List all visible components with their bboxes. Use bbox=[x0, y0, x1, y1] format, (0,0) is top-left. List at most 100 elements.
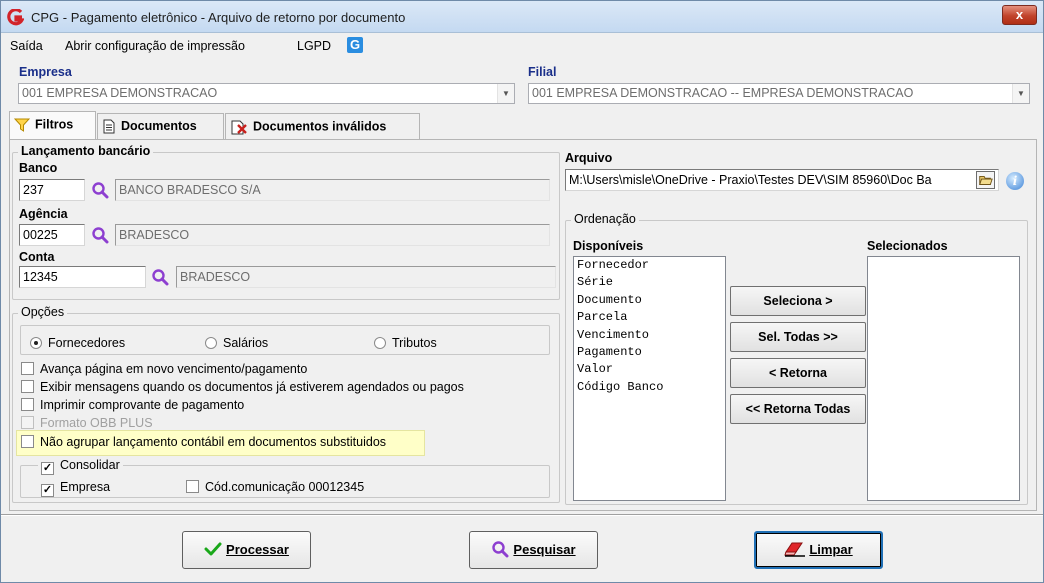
radio-selected-icon bbox=[30, 337, 42, 349]
lgpd-icon[interactable]: G bbox=[347, 37, 363, 53]
app-logo-icon bbox=[7, 9, 24, 26]
agencia-search-icon[interactable] bbox=[91, 226, 109, 244]
banco-label: Banco bbox=[19, 161, 58, 175]
invalid-document-icon bbox=[231, 120, 247, 135]
checkbox-icon bbox=[21, 416, 34, 429]
menu-saida[interactable]: Saída bbox=[10, 39, 43, 53]
filial-label: Filial bbox=[528, 65, 557, 79]
check-avanca-pagina-label: Avança página em novo vencimento/pagamen… bbox=[40, 362, 308, 376]
checkbox-icon bbox=[21, 398, 34, 411]
empresa-select[interactable]: 001 EMPRESA DEMONSTRACAO ▼ bbox=[18, 83, 515, 104]
check-icon bbox=[204, 542, 222, 556]
selecionados-label: Selecionados bbox=[867, 239, 948, 253]
window: CPG - Pagamento eletrônico - Arquivo de … bbox=[0, 0, 1044, 583]
limpar-button[interactable]: Limpar bbox=[754, 531, 883, 569]
check-nao-agrupar[interactable]: Não agrupar lançamento contábil em docum… bbox=[21, 435, 386, 449]
retorna-todas-button-label: << Retorna Todas bbox=[745, 402, 851, 416]
tab-documentos-invalidos-label: Documentos inválidos bbox=[253, 119, 387, 134]
conta-label: Conta bbox=[19, 250, 55, 264]
radio-empty-icon bbox=[205, 337, 217, 349]
processar-button[interactable]: Processar bbox=[182, 531, 311, 569]
disponiveis-item[interactable]: Vencimento bbox=[574, 327, 725, 344]
sel-todas-button[interactable]: Sel. Todas >> bbox=[730, 322, 866, 352]
agencia-code-input[interactable]: 00225 bbox=[19, 224, 85, 246]
conta-code-input[interactable]: 12345 bbox=[19, 266, 146, 288]
processar-button-label: Processar bbox=[226, 542, 289, 557]
empresa-value: 001 EMPRESA DEMONSTRACAO bbox=[22, 86, 218, 100]
selecionados-list[interactable] bbox=[867, 256, 1020, 501]
ordenacao-legend: Ordenação bbox=[571, 212, 639, 226]
checkbox-icon bbox=[21, 362, 34, 375]
check-cod-comunicacao[interactable]: Cód.comunicação 00012345 bbox=[186, 480, 364, 494]
conta-search-icon[interactable] bbox=[151, 268, 169, 286]
tab-documentos-label: Documentos bbox=[121, 119, 197, 133]
check-exibir-mensagens-label: Exibir mensagens quando os documentos já… bbox=[40, 380, 464, 394]
conta-name-field: BRADESCO bbox=[176, 266, 556, 288]
disponiveis-item[interactable]: Parcela bbox=[574, 309, 725, 326]
check-formato-obb-plus: Formato OBB PLUS bbox=[21, 416, 153, 430]
check-empresa[interactable]: ✓ Empresa bbox=[41, 480, 110, 497]
radio-empty-icon bbox=[374, 337, 386, 349]
tab-documentos[interactable]: Documentos bbox=[97, 113, 224, 139]
arquivo-path-value: M:\Users\misle\OneDrive - Praxio\Testes … bbox=[569, 173, 932, 187]
retorna-button[interactable]: < Retorna bbox=[730, 358, 866, 388]
window-title: CPG - Pagamento eletrônico - Arquivo de … bbox=[31, 10, 406, 25]
banco-name-field: BANCO BRADESCO S/A bbox=[115, 179, 550, 201]
disponiveis-item[interactable]: Documento bbox=[574, 292, 725, 309]
checkbox-checked-icon: ✓ bbox=[41, 462, 54, 475]
check-avanca-pagina[interactable]: Avança página em novo vencimento/pagamen… bbox=[21, 362, 307, 376]
arquivo-path-input[interactable]: M:\Users\misle\OneDrive - Praxio\Testes … bbox=[565, 169, 999, 191]
radio-tributos-label: Tributos bbox=[392, 336, 437, 350]
funnel-icon bbox=[14, 118, 30, 132]
check-imprimir-comprovante[interactable]: Imprimir comprovante de pagamento bbox=[21, 398, 244, 412]
disponiveis-item[interactable]: Série bbox=[574, 274, 725, 291]
pesquisar-button[interactable]: Pesquisar bbox=[469, 531, 598, 569]
pesquisar-button-label: Pesquisar bbox=[513, 542, 576, 557]
lancamento-bancario-legend: Lançamento bancário bbox=[18, 144, 154, 158]
opcoes-legend: Opções bbox=[18, 305, 68, 319]
chevron-down-icon[interactable]: ▼ bbox=[497, 84, 514, 103]
open-folder-icon[interactable] bbox=[976, 171, 995, 189]
disponiveis-item[interactable]: Fornecedor bbox=[574, 257, 725, 274]
disponiveis-item[interactable]: Pagamento bbox=[574, 344, 725, 361]
checkbox-icon bbox=[21, 380, 34, 393]
seleciona-button[interactable]: Seleciona > bbox=[730, 286, 866, 316]
tab-filtros[interactable]: Filtros bbox=[9, 111, 96, 139]
banco-search-icon[interactable] bbox=[91, 181, 109, 199]
close-icon: x bbox=[1015, 7, 1024, 22]
radio-fornecedores[interactable]: Fornecedores bbox=[30, 336, 125, 350]
disponiveis-item[interactable]: Valor bbox=[574, 361, 725, 378]
menu-bar: Saída Abrir configuração de impressão LG… bbox=[1, 33, 1043, 59]
filial-select[interactable]: 001 EMPRESA DEMONSTRACAO -- EMPRESA DEMO… bbox=[528, 83, 1030, 104]
retorna-button-label: < Retorna bbox=[768, 366, 827, 380]
banco-code-input[interactable]: 237 bbox=[19, 179, 85, 201]
menu-abrir-configuracao-impressao[interactable]: Abrir configuração de impressão bbox=[65, 39, 245, 53]
retorna-todas-button[interactable]: << Retorna Todas bbox=[730, 394, 866, 424]
tab-filtros-label: Filtros bbox=[35, 117, 74, 132]
checkbox-icon bbox=[186, 480, 199, 493]
info-icon[interactable]: i bbox=[1006, 172, 1024, 190]
disponiveis-label: Disponíveis bbox=[573, 239, 644, 253]
checkbox-checked-icon: ✓ bbox=[41, 484, 54, 497]
radio-tributos[interactable]: Tributos bbox=[374, 336, 437, 350]
arquivo-label: Arquivo bbox=[565, 151, 613, 165]
check-exibir-mensagens[interactable]: Exibir mensagens quando os documentos já… bbox=[21, 380, 464, 394]
sel-todas-button-label: Sel. Todas >> bbox=[758, 330, 838, 344]
check-formato-obb-plus-label: Formato OBB PLUS bbox=[40, 416, 153, 430]
eraser-icon bbox=[784, 542, 806, 557]
disponiveis-item[interactable]: Código Banco bbox=[574, 379, 725, 396]
filtros-panel: Lançamento bancário Banco 237 BANCO BRAD… bbox=[9, 139, 1037, 511]
close-button[interactable]: x bbox=[1002, 5, 1037, 25]
check-consolidar[interactable]: ✓ Consolidar bbox=[38, 458, 123, 475]
check-imprimir-comprovante-label: Imprimir comprovante de pagamento bbox=[40, 398, 245, 412]
check-cod-comunicacao-label: Cód.comunicação 00012345 bbox=[205, 480, 365, 494]
empresa-label: Empresa bbox=[19, 65, 72, 79]
chevron-down-icon[interactable]: ▼ bbox=[1012, 84, 1029, 103]
filial-value: 001 EMPRESA DEMONSTRACAO -- EMPRESA DEMO… bbox=[532, 86, 914, 100]
footer-separator bbox=[1, 514, 1043, 516]
checkbox-icon bbox=[21, 435, 34, 448]
menu-lgpd[interactable]: LGPD bbox=[297, 39, 331, 53]
disponiveis-list[interactable]: Fornecedor Série Documento Parcela Venciment… bbox=[573, 256, 726, 501]
radio-salarios[interactable]: Salários bbox=[205, 336, 268, 350]
tab-documentos-invalidos[interactable]: Documentos inválidos bbox=[225, 113, 420, 139]
